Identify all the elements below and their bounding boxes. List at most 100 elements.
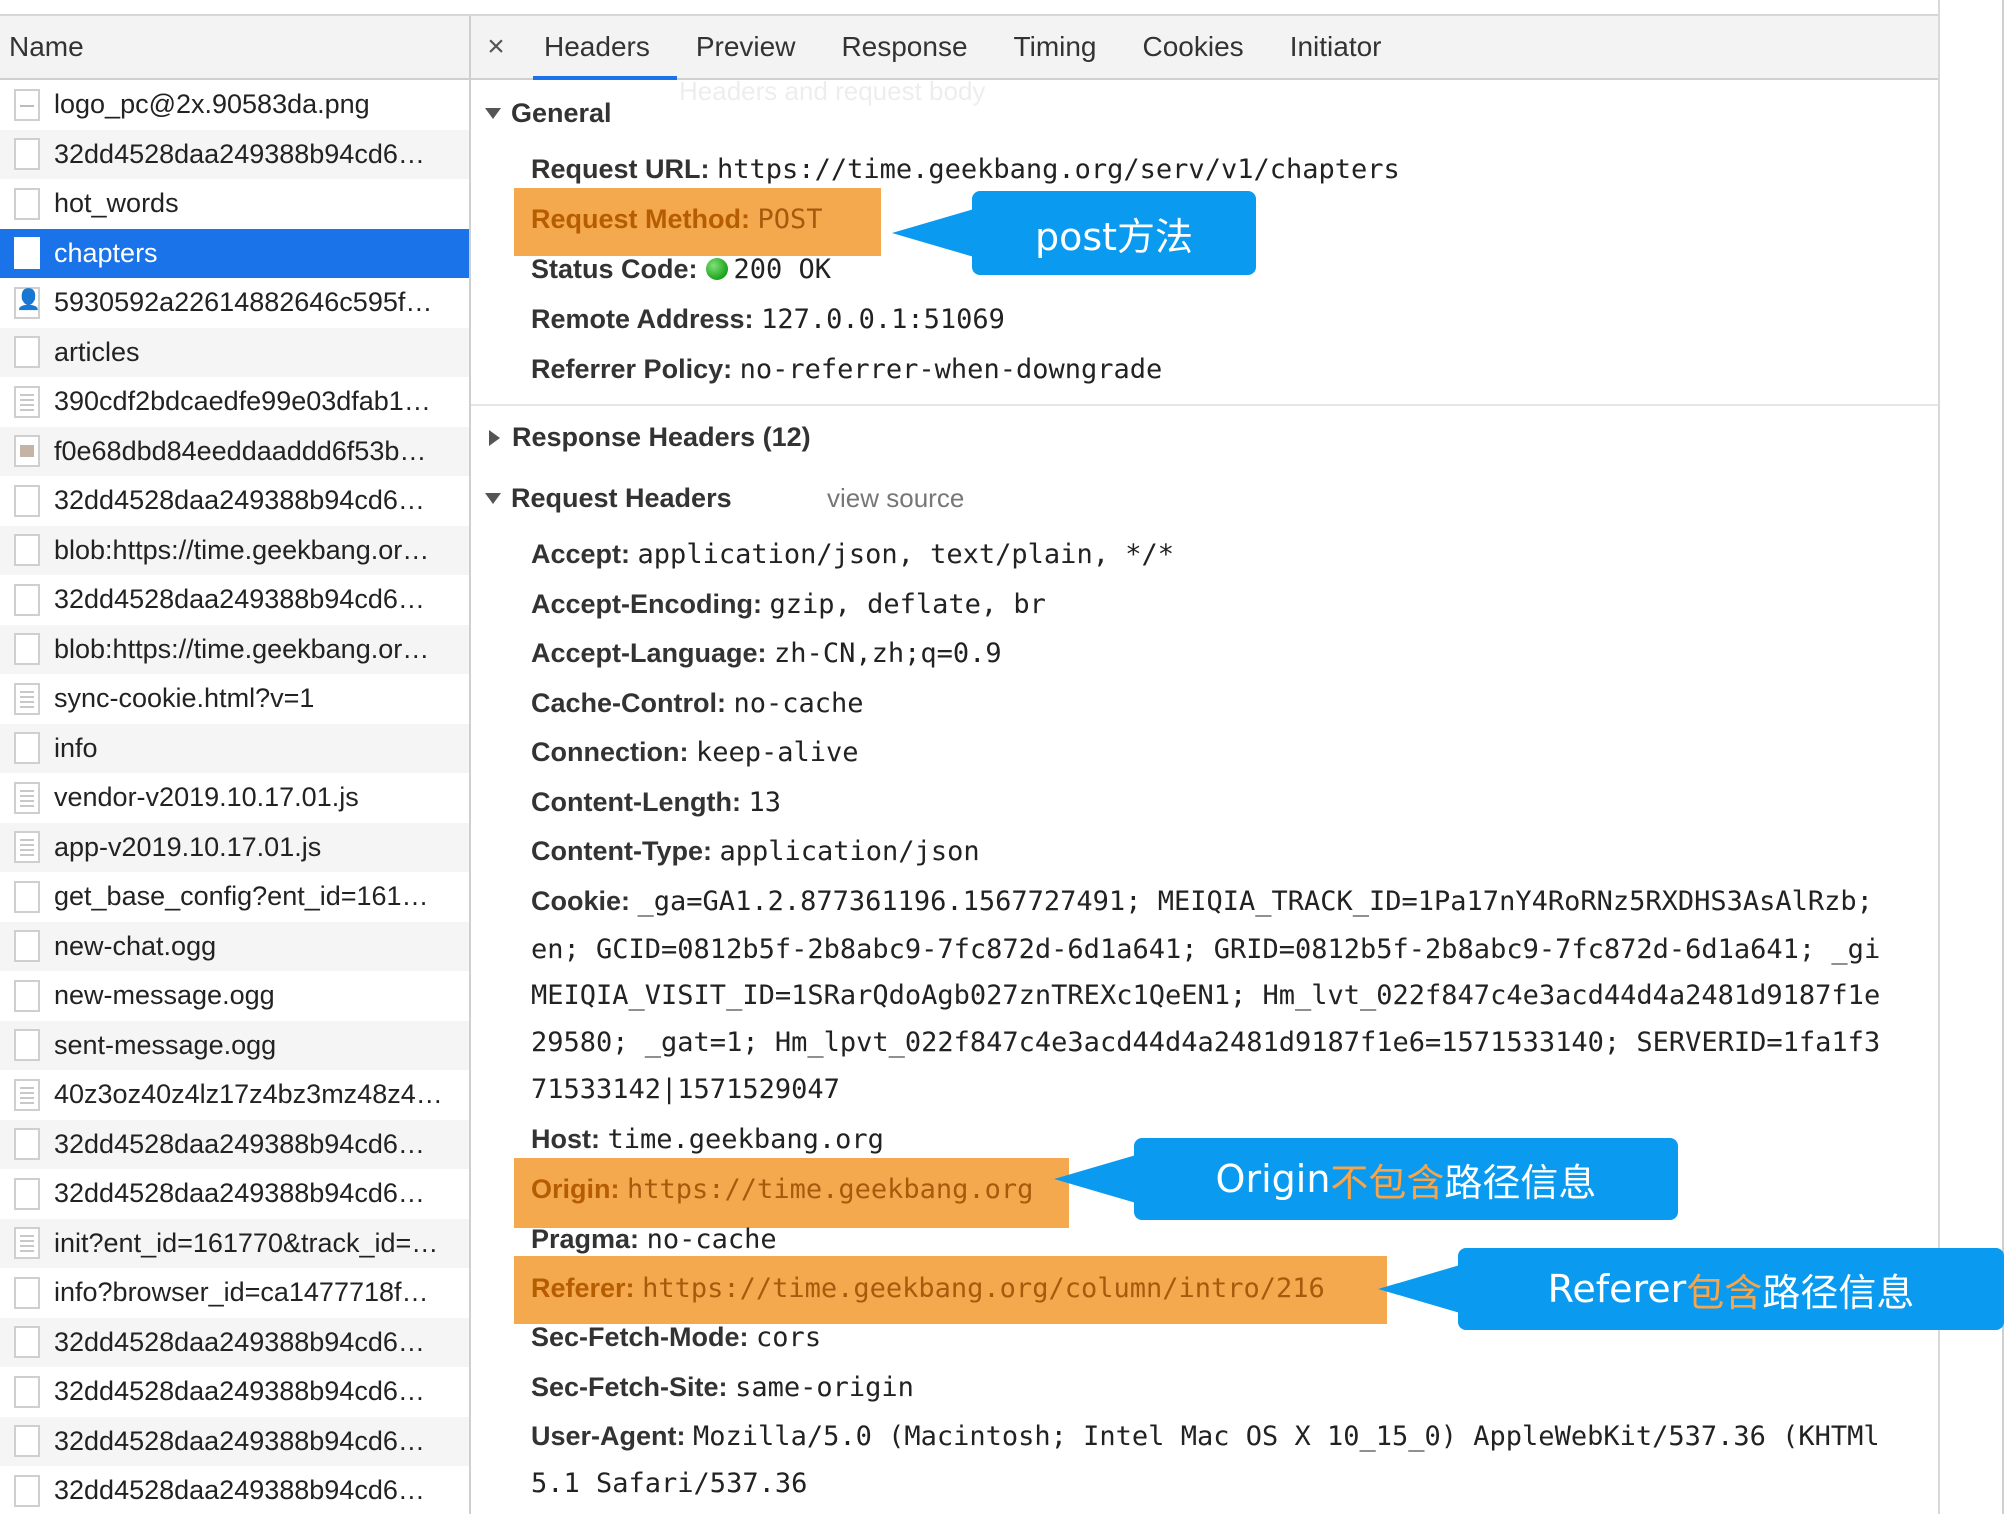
header-value: https://time.geekbang.org/column/intro/2…: [642, 1273, 1325, 1304]
request-name: info?browser_id=ca1477718f…: [54, 1277, 429, 1308]
view-source-link[interactable]: view source: [827, 483, 964, 514]
request-row[interactable]: 32dd4528daa249388b94cd6…: [0, 1169, 469, 1219]
request-row[interactable]: 32dd4528daa249388b94cd6…: [0, 1367, 469, 1417]
request-row[interactable]: vendor-v2019.10.17.01.js: [0, 773, 469, 823]
header-value: no-cache: [646, 1224, 777, 1255]
request-row[interactable]: 32dd4528daa249388b94cd6…: [0, 1317, 469, 1367]
tab-preview[interactable]: Preview: [673, 16, 819, 78]
request-row[interactable]: 32dd4528daa249388b94cd6…: [0, 476, 469, 526]
request-name: sent-message.ogg: [54, 1029, 277, 1060]
request-row[interactable]: app-v2019.10.17.01.js: [0, 822, 469, 872]
file-icon: [14, 979, 40, 1012]
request-row[interactable]: get_base_config?ent_id=161…: [0, 872, 469, 922]
request-row[interactable]: new-chat.ogg: [0, 921, 469, 971]
request-row[interactable]: blob:https://time.geekbang.or…: [0, 624, 469, 674]
request-row[interactable]: logo_pc@2x.90583da.png: [0, 80, 469, 130]
header-value: no-referrer-when-downgrade: [739, 354, 1163, 385]
tab-timing[interactable]: Timing: [991, 16, 1120, 78]
request-row[interactable]: 390cdf2bdcaedfe99e03dfab1…: [0, 377, 469, 427]
request-row[interactable]: chapters: [0, 228, 469, 278]
header-referer: Referer: https://time.geekbang.org/colum…: [531, 1273, 1325, 1304]
callout-referer-highlight: 包含: [1686, 1270, 1763, 1315]
request-name: hot_words: [54, 188, 179, 219]
request-name: app-v2019.10.17.01.js: [54, 831, 322, 862]
header-value: same-origin: [735, 1372, 914, 1403]
file-icon: [14, 1425, 40, 1458]
request-name: chapters: [54, 237, 158, 268]
request-name: init?ent_id=161770&track_id=…: [54, 1227, 439, 1258]
section-response-headers-label: Response Headers (12): [512, 422, 811, 452]
request-row[interactable]: new-message.ogg: [0, 971, 469, 1021]
request-row[interactable]: info?browser_id=ca1477718f…: [0, 1268, 469, 1318]
request-row[interactable]: articles: [0, 327, 469, 377]
header-value: keep-alive: [696, 737, 859, 768]
header-key: Host:: [531, 1124, 600, 1154]
close-icon[interactable]: ×: [471, 30, 521, 64]
header-value: application/json: [719, 836, 980, 867]
header-value: no-cache: [733, 688, 864, 719]
header-value: 13: [748, 787, 781, 818]
png-file-icon: [14, 88, 40, 121]
request-row[interactable]: 32dd4528daa249388b94cd6…: [0, 575, 469, 625]
caret-down-icon: [485, 493, 501, 504]
header-key: Cookie:: [531, 886, 631, 916]
section-general[interactable]: General: [485, 98, 612, 129]
request-row[interactable]: 32dd4528daa249388b94cd6…: [0, 1466, 469, 1514]
request-row[interactable]: blob:https://time.geekbang.or…: [0, 525, 469, 575]
request-row[interactable]: init?ent_id=161770&track_id=…: [0, 1218, 469, 1268]
header-cookie: Cookie: _ga=GA1.2.877361196.1567727491; …: [531, 886, 1873, 917]
header-pragma: Pragma: no-cache: [531, 1224, 777, 1255]
header-value: Mozilla/5.0 (Macintosh; Intel Mac OS X 1…: [693, 1421, 1880, 1452]
tab-response[interactable]: Response: [818, 16, 990, 78]
header-key: Sec-Fetch-Mode:: [531, 1322, 749, 1352]
caret-right-icon: [489, 429, 500, 446]
request-row[interactable]: info: [0, 723, 469, 773]
request-name: get_base_config?ent_id=161…: [54, 881, 429, 912]
file-icon: [14, 1128, 40, 1161]
file-icon: [14, 138, 40, 171]
file-icon: [14, 930, 40, 963]
section-response-headers[interactable]: Response Headers (12): [485, 422, 811, 453]
tab-tooltip: Headers and request body: [679, 76, 986, 106]
request-name: 390cdf2bdcaedfe99e03dfab1…: [54, 386, 431, 417]
request-name: info: [54, 732, 98, 763]
tab-initiator[interactable]: Initiator: [1267, 16, 1405, 78]
file-icon: [14, 880, 40, 913]
request-rows: logo_pc@2x.90583da.png 32dd4528daa249388b…: [0, 80, 469, 1514]
request-row[interactable]: 40z3oz40z4lz17z4bz3mz48z4…: [0, 1070, 469, 1120]
general-request-method: Request Method: POST: [531, 204, 823, 235]
file-icon: [14, 633, 40, 666]
doc-file-icon: [14, 682, 40, 715]
request-row[interactable]: 32dd4528daa249388b94cd6…: [0, 1119, 469, 1169]
header-host: Host: time.geekbang.org: [531, 1124, 884, 1155]
request-row[interactable]: 5930592a22614882646c595f…: [0, 278, 469, 328]
file-icon: [14, 1326, 40, 1359]
tab-headers[interactable]: Headers: [521, 16, 677, 80]
request-row[interactable]: 32dd4528daa249388b94cd6…: [0, 1416, 469, 1466]
file-icon: [14, 583, 40, 616]
request-row[interactable]: hot_words: [0, 179, 469, 229]
file-icon: [14, 1474, 40, 1507]
header-cache-control: Cache-Control: no-cache: [531, 688, 864, 719]
request-row[interactable]: f0e68dbd84eeddaaddd6f53b…: [0, 426, 469, 476]
section-divider: [471, 404, 1938, 406]
section-request-headers[interactable]: Request Headers view source: [485, 483, 1285, 514]
request-name: 5930592a22614882646c595f…: [54, 287, 433, 318]
callout-pointer: [892, 209, 974, 257]
callout-origin: Origin 不包含 路径信息: [1054, 1138, 1678, 1220]
file-icon: [14, 732, 40, 765]
request-name: 32dd4528daa249388b94cd6…: [54, 1475, 425, 1506]
header-content-length: Content-Length: 13: [531, 787, 781, 818]
request-name: 32dd4528daa249388b94cd6…: [54, 1326, 425, 1357]
callout-origin-prefix: Origin: [1215, 1157, 1331, 1201]
request-name: blob:https://time.geekbang.or…: [54, 633, 430, 664]
request-row[interactable]: 32dd4528daa249388b94cd6…: [0, 129, 469, 179]
tab-cookies[interactable]: Cookies: [1120, 16, 1267, 78]
cookie-continued-2: en; GCID=0812b5f-2b8abc9-7fc872d-6d1a641…: [531, 934, 1881, 965]
request-name: 32dd4528daa249388b94cd6…: [54, 1376, 425, 1407]
name-column-header[interactable]: Name: [0, 16, 469, 80]
request-row[interactable]: sync-cookie.html?v=1: [0, 674, 469, 724]
header-accept-encoding: Accept-Encoding: gzip, deflate, br: [531, 589, 1046, 620]
header-key: Referer:: [531, 1273, 635, 1303]
request-row[interactable]: sent-message.ogg: [0, 1020, 469, 1070]
